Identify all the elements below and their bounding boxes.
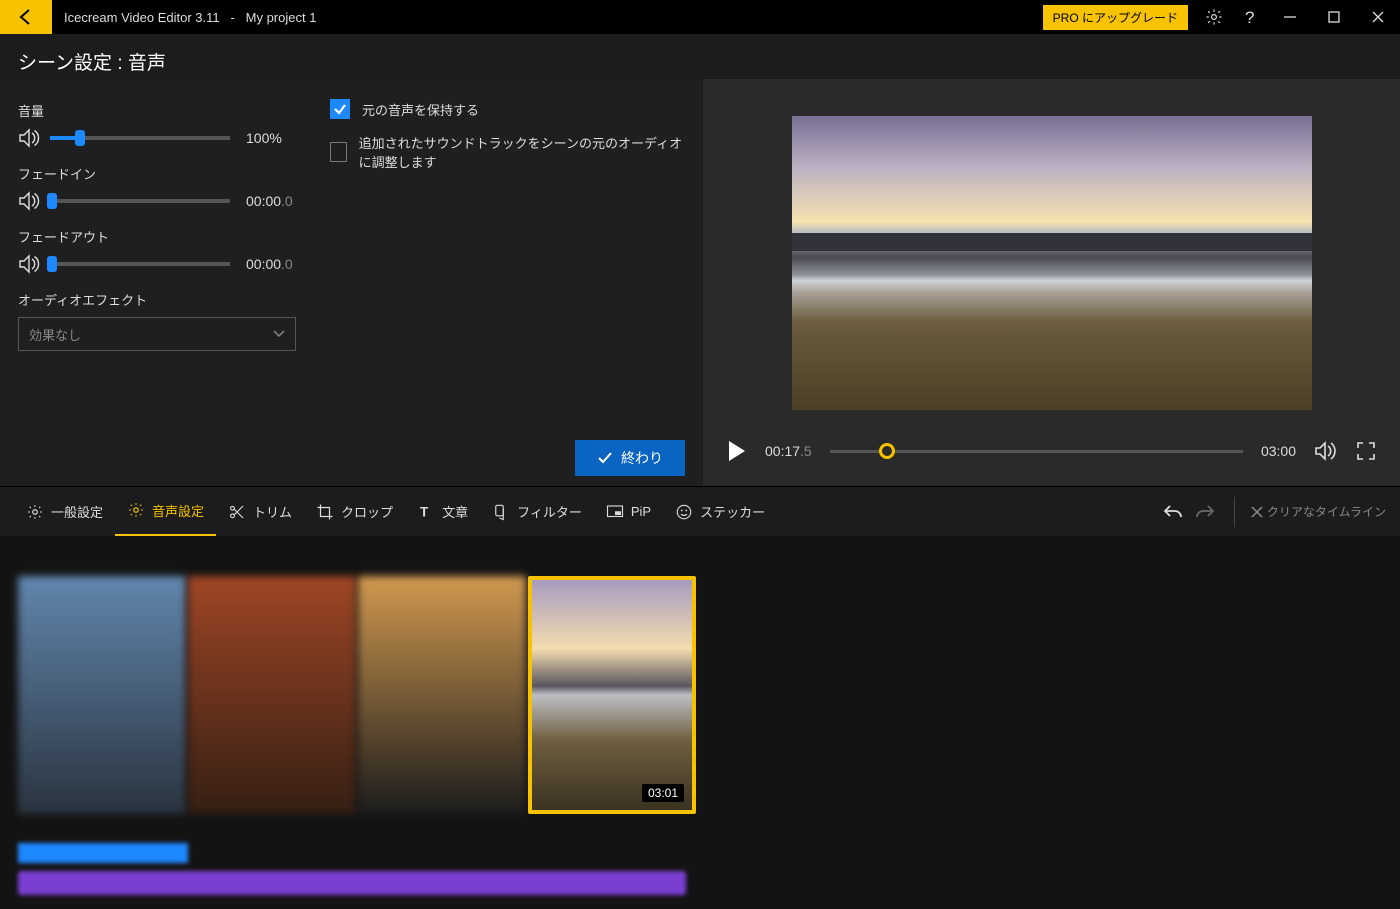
check-icon	[333, 102, 347, 116]
volume-label: 音量	[18, 101, 296, 120]
text-icon: T	[417, 503, 435, 521]
tab-filter-label: フィルター	[517, 502, 582, 521]
timeline[interactable]: 03:01	[0, 536, 1400, 909]
speaker-icon	[18, 254, 40, 274]
back-button[interactable]	[0, 0, 52, 34]
tab-pip[interactable]: PiP	[594, 487, 663, 537]
clip-duration: 03:01	[642, 784, 684, 802]
svg-text:T: T	[420, 504, 429, 519]
audio-effect-select[interactable]: 効果なし	[18, 317, 296, 351]
fadeout-value: 00:00.0	[246, 256, 293, 272]
fadein-value: 00:00.0	[246, 193, 293, 209]
tab-pip-label: PiP	[631, 504, 651, 519]
maximize-button[interactable]	[1312, 0, 1356, 34]
gear-icon	[26, 503, 44, 521]
volume-slider[interactable]	[50, 136, 230, 140]
done-button[interactable]: 終わり	[575, 440, 685, 476]
preview-image	[792, 116, 1312, 410]
undo-icon	[1162, 502, 1184, 522]
scissors-icon	[228, 503, 246, 521]
gear-icon	[1205, 8, 1223, 26]
volume-value: 100%	[246, 130, 282, 146]
maximize-icon	[1328, 11, 1340, 23]
tab-text-label: 文章	[442, 502, 468, 521]
player-current-time: 00:17.5	[765, 443, 812, 459]
tab-trim-label: トリム	[253, 502, 292, 521]
help-button[interactable]: ?	[1232, 0, 1268, 34]
tab-sticker-label: ステッカー	[700, 502, 765, 521]
settings-button[interactable]	[1196, 0, 1232, 34]
fadein-label: フェードイン	[18, 164, 296, 183]
done-button-label: 終わり	[621, 448, 663, 468]
tab-filter[interactable]: フィルター	[480, 487, 594, 537]
seek-slider[interactable]	[830, 450, 1243, 453]
keep-original-audio-checkbox[interactable]	[330, 99, 350, 119]
title-separator: -	[230, 10, 234, 25]
close-button[interactable]	[1356, 0, 1400, 34]
keep-original-audio-label: 元の音声を保持する	[362, 100, 479, 119]
tab-text[interactable]: T 文章	[405, 487, 480, 537]
minimize-button[interactable]	[1268, 0, 1312, 34]
app-name: Icecream Video Editor 3.11	[64, 10, 220, 25]
redo-icon	[1194, 502, 1216, 522]
gear-icon	[127, 501, 145, 519]
tab-audio-label: 音声設定	[152, 501, 204, 520]
seek-thumb[interactable]	[879, 443, 895, 459]
close-icon	[1251, 506, 1263, 518]
timeline-clip-selected[interactable]: 03:01	[528, 576, 696, 814]
tab-general-label: 一般設定	[51, 502, 103, 521]
project-name: My project 1	[246, 10, 317, 25]
timeline-clip[interactable]	[188, 576, 356, 814]
filter-icon	[492, 503, 510, 521]
section-title: シーン設定 : 音声	[18, 34, 1382, 79]
fadeout-slider[interactable]	[50, 262, 230, 266]
adjust-soundtrack-label: 追加されたサウンドトラックをシーンの元のオーディオに調整します	[359, 133, 685, 171]
clear-timeline-label: クリアなタイムライン	[1267, 503, 1386, 520]
timeline-clip[interactable]	[358, 576, 526, 814]
fadeout-label: フェードアウト	[18, 227, 296, 246]
preview-panel: 00:17.5 03:00	[703, 79, 1400, 486]
fullscreen-button[interactable]	[1356, 441, 1376, 461]
titlebar: Icecream Video Editor 3.11 - My project …	[0, 0, 1400, 34]
arrow-left-icon	[16, 7, 36, 27]
timeline-clip[interactable]	[18, 576, 186, 814]
speaker-icon	[18, 128, 40, 148]
redo-button[interactable]	[1194, 502, 1216, 522]
play-button[interactable]	[727, 440, 747, 462]
volume-button[interactable]	[1314, 440, 1338, 462]
help-icon: ?	[1242, 7, 1258, 27]
audio-effect-value: 効果なし	[29, 325, 81, 344]
sticker-icon	[675, 503, 693, 521]
chevron-down-icon	[273, 330, 285, 338]
speaker-icon	[18, 191, 40, 211]
svg-text:?: ?	[1245, 8, 1254, 27]
speaker-icon	[1314, 440, 1338, 462]
pro-upgrade-button[interactable]: PRO にアップグレード	[1043, 5, 1188, 30]
clear-timeline-button[interactable]: クリアなタイムライン	[1234, 497, 1386, 527]
pip-icon	[606, 503, 624, 521]
soundtrack-bar[interactable]	[18, 871, 686, 895]
fadein-slider[interactable]	[50, 199, 230, 203]
tab-crop-label: クロップ	[341, 502, 393, 521]
check-icon	[597, 451, 613, 465]
audio-settings-panel: 音量 100% フェードイン 00:00.0	[0, 79, 703, 486]
close-icon	[1372, 11, 1384, 23]
expand-icon	[1356, 441, 1376, 461]
audio-effect-label: オーディオエフェクト	[18, 290, 296, 309]
minimize-icon	[1284, 11, 1296, 23]
audio-track-bar[interactable]	[18, 843, 188, 863]
app-title: Icecream Video Editor 3.11 - My project …	[52, 10, 316, 25]
tab-general[interactable]: 一般設定	[14, 487, 115, 537]
crop-icon	[316, 503, 334, 521]
tab-audio[interactable]: 音声設定	[115, 487, 216, 537]
undo-button[interactable]	[1162, 502, 1184, 522]
adjust-soundtrack-checkbox[interactable]	[330, 142, 347, 162]
player-controls: 00:17.5 03:00	[727, 426, 1376, 476]
tab-crop[interactable]: クロップ	[304, 487, 405, 537]
scene-toolbar: 一般設定 音声設定 トリム クロップ T 文章 フィルター PiP ステッカー	[0, 486, 1400, 536]
player-total-time: 03:00	[1261, 443, 1296, 459]
play-icon	[727, 440, 747, 462]
tab-trim[interactable]: トリム	[216, 487, 304, 537]
tab-sticker[interactable]: ステッカー	[663, 487, 777, 537]
